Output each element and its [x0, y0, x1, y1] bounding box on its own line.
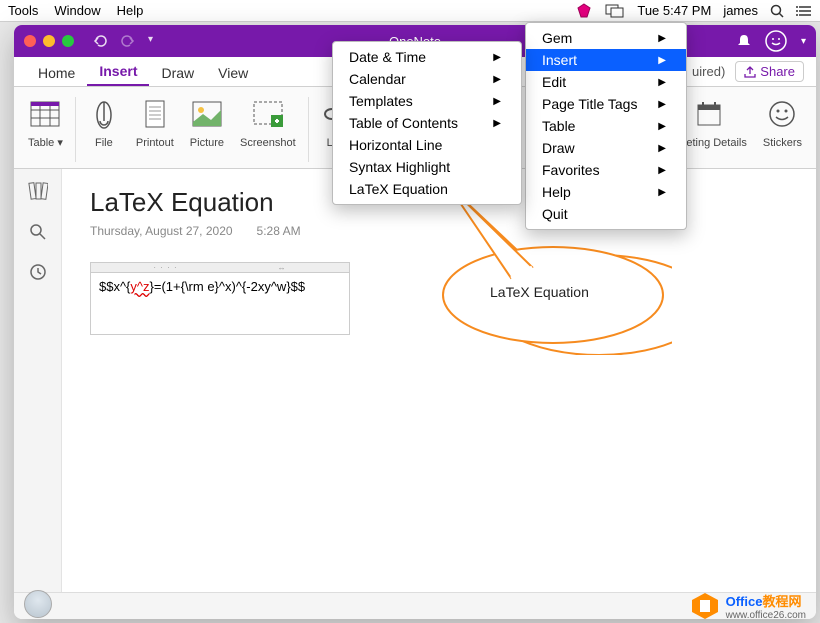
sidebar [14, 169, 62, 592]
bell-icon[interactable] [737, 34, 751, 48]
customize-icon[interactable]: ▾ [148, 34, 153, 48]
search-sidebar-icon[interactable] [29, 223, 47, 241]
user-avatar[interactable] [24, 590, 52, 618]
menubar-tools[interactable]: Tools [8, 3, 38, 18]
submenu-templates[interactable]: Templates▶ [333, 90, 521, 112]
mac-menubar: Tools Window Help Tue 5:47 PM james [0, 0, 820, 22]
search-icon[interactable] [770, 4, 784, 18]
sync-status: uired) [692, 64, 725, 79]
share-button[interactable]: Share [735, 61, 804, 82]
gem-menu-table[interactable]: Table▶ [526, 115, 686, 137]
redo-icon[interactable] [120, 34, 136, 48]
note-container[interactable]: · · · · ↔ $$x^{y^z}=(1+{\rm e}^x)^{-2xy^… [90, 262, 350, 335]
ribbon-table[interactable]: Table ▾ [20, 91, 71, 168]
insert-submenu: Date & Time▶ Calendar▶ Templates▶ Table … [332, 41, 522, 205]
watermark: Office教程网 www.office26.com [690, 591, 806, 619]
menubar-clock[interactable]: Tue 5:47 PM [637, 3, 711, 18]
tab-view[interactable]: View [206, 59, 260, 86]
page-date: Thursday, August 27, 2020 [90, 224, 233, 238]
submenu-syntax-highlight[interactable]: Syntax Highlight [333, 156, 521, 178]
account-icon[interactable] [765, 30, 787, 52]
footer: Office教程网 www.office26.com [14, 592, 816, 619]
ribbon-file[interactable]: File [80, 91, 128, 168]
gem-menu-edit[interactable]: Edit▶ [526, 71, 686, 93]
office-logo-icon [690, 591, 720, 619]
submenu-toc[interactable]: Table of Contents▶ [333, 112, 521, 134]
tab-draw[interactable]: Draw [149, 59, 206, 86]
menubar-window[interactable]: Window [54, 3, 100, 18]
list-icon[interactable] [796, 5, 812, 17]
ribbon-picture[interactable]: Picture [182, 91, 232, 168]
gem-menu-help[interactable]: Help▶ [526, 181, 686, 203]
ribbon-printout[interactable]: Printout [128, 91, 182, 168]
gem-menu-favorites[interactable]: Favorites▶ [526, 159, 686, 181]
gem-menu: Gem▶ Insert▶ Edit▶ Page Title Tags▶ Tabl… [525, 22, 687, 230]
callout-text: LaTeX Equation [490, 284, 589, 300]
tab-home[interactable]: Home [26, 59, 87, 86]
tab-insert[interactable]: Insert [87, 57, 149, 86]
recent-icon[interactable] [29, 263, 47, 281]
submenu-latex-equation[interactable]: LaTeX Equation [333, 178, 521, 200]
menubar-user[interactable]: james [723, 3, 758, 18]
note-content[interactable]: $$x^{y^z}=(1+{\rm e}^x)^{-2xy^w}$$ [91, 273, 349, 334]
display-icon[interactable] [605, 4, 625, 18]
callout-annotation: LaTeX Equation [428, 239, 672, 349]
gem-menu-draw[interactable]: Draw▶ [526, 137, 686, 159]
menubar-help[interactable]: Help [117, 3, 144, 18]
submenu-calendar[interactable]: Calendar▶ [333, 68, 521, 90]
gem-menu-gem[interactable]: Gem▶ [526, 27, 686, 49]
ribbon-screenshot[interactable]: Screenshot [232, 91, 304, 168]
submenu-date-time[interactable]: Date & Time▶ [333, 46, 521, 68]
traffic-lights[interactable] [24, 35, 74, 47]
gem-menubar-icon[interactable] [575, 2, 593, 20]
undo-icon[interactable] [92, 34, 108, 48]
gem-menu-page-title-tags[interactable]: Page Title Tags▶ [526, 93, 686, 115]
ribbon-stickers[interactable]: Stickers [755, 91, 810, 168]
page-time: 5:28 AM [257, 224, 301, 238]
note-handle[interactable]: · · · · ↔ [91, 263, 349, 273]
gem-menu-quit[interactable]: Quit [526, 203, 686, 225]
gem-menu-insert[interactable]: Insert▶ [526, 49, 686, 71]
notebooks-icon[interactable] [28, 181, 48, 201]
submenu-horizontal-line[interactable]: Horizontal Line [333, 134, 521, 156]
